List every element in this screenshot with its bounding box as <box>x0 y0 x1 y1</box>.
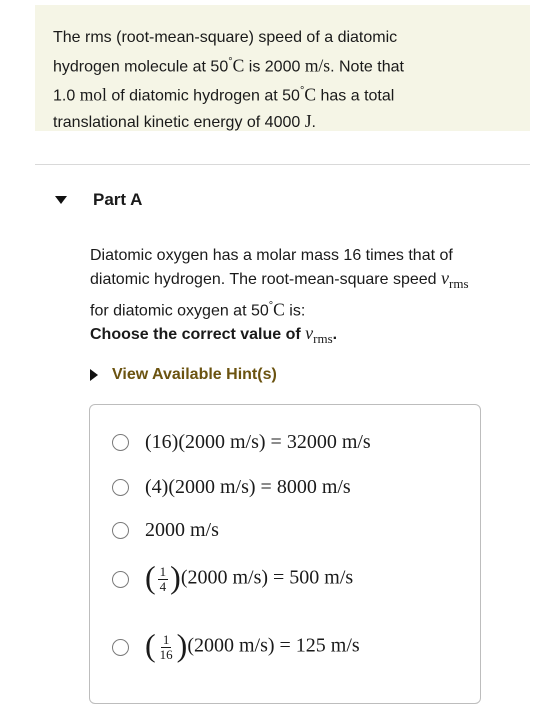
answer-options: (16)(2000 m/s) = 32000 m/s (4)(2000 m/s)… <box>89 404 481 704</box>
part-a-header[interactable]: Part A <box>55 186 142 214</box>
rms-subscript: rms <box>313 331 333 347</box>
intro-text: hydrogen molecule at 50 <box>53 58 229 76</box>
celsius-unit: C <box>232 55 245 76</box>
intro-line-1: The rms (root-mean-square) speed of a di… <box>53 26 512 50</box>
question-line-text: Diatomic oxygen has a molar mass 16 time… <box>90 247 453 264</box>
intro-text: 1.0 <box>53 87 80 105</box>
hint-label: View Available Hint(s) <box>112 366 277 383</box>
question-line-3: for diatomic oxygen at 50°C is: <box>90 295 530 322</box>
joule-unit: J <box>304 110 312 131</box>
intro-text: translational kinetic energy of 4000 <box>53 113 305 131</box>
speed-unit: m/s <box>304 55 331 76</box>
radio-button-icon[interactable] <box>112 434 129 451</box>
option-label: (1 16)(2000 m/s) = 125 m/s <box>145 627 360 663</box>
mol-unit: mol <box>79 84 107 105</box>
radio-button-icon[interactable] <box>112 570 129 588</box>
option-3[interactable]: 2000 m/s <box>112 519 219 542</box>
collapse-caret-icon[interactable] <box>55 196 67 204</box>
option-expression: (2000 m/s) = 125 m/s <box>187 634 360 657</box>
fraction-numerator: 1 <box>160 631 172 648</box>
v-variable: v <box>305 323 314 343</box>
instruction-text: Choose the correct value of vrms. <box>90 323 337 347</box>
fraction-denominator: 4 <box>159 578 167 594</box>
intro-text: of diatomic hydrogen at 50 <box>106 87 300 105</box>
option-label: (4)(2000 m/s) = 8000 m/s <box>145 476 351 498</box>
part-title: Part A <box>93 190 143 209</box>
intro-text: . Note that <box>330 58 404 76</box>
problem-intro: The rms (root-mean-square) speed of a di… <box>35 5 530 131</box>
question-line-text: diatomic hydrogen. The root-mean-square … <box>90 271 442 288</box>
celsius-unit: C <box>273 299 285 320</box>
intro-text: has a total <box>316 87 395 105</box>
question-line-text: is: <box>284 302 306 320</box>
right-paren: ) <box>170 559 181 595</box>
intro-line-2: hydrogen molecule at 50°C is 2000 m/s. N… <box>53 50 512 79</box>
option-label: 2000 m/s <box>145 519 219 541</box>
radio-button-icon[interactable] <box>112 479 129 496</box>
instruction-period: . <box>332 326 338 343</box>
view-hints-link[interactable]: View Available Hint(s) <box>90 366 277 384</box>
question-line-1: Diatomic oxygen has a molar mass 16 time… <box>90 245 530 267</box>
option-2[interactable]: (4)(2000 m/s) = 8000 m/s <box>112 476 351 499</box>
intro-line-3: 1.0 mol of diatomic hydrogen at 50°C has… <box>53 79 512 108</box>
question-line-text: for diatomic oxygen at 50 <box>90 302 269 320</box>
intro-line-4: translational kinetic energy of 4000 J. <box>53 109 512 135</box>
instruction-label: Choose the correct value of <box>90 326 306 343</box>
intro-text: . <box>311 113 316 131</box>
celsius-unit: C <box>304 84 317 105</box>
left-paren: ( <box>145 559 156 595</box>
expand-caret-icon[interactable] <box>90 369 98 381</box>
section-divider <box>35 164 530 165</box>
question-line-2: diatomic hydrogen. The root-mean-square … <box>90 267 530 295</box>
option-expression: (2000 m/s) = 500 m/s <box>180 566 354 589</box>
option-label: (1 4)(2000 m/s) = 500 m/s <box>145 559 354 595</box>
v-variable: v <box>441 268 450 288</box>
option-5[interactable]: (1 16)(2000 m/s) = 125 m/s <box>112 627 360 663</box>
fraction-numerator: 1 <box>157 563 169 580</box>
left-paren: ( <box>145 627 156 663</box>
rms-subscript: rms <box>449 276 469 292</box>
option-1[interactable]: (16)(2000 m/s) = 32000 m/s <box>112 431 371 454</box>
option-label: (16)(2000 m/s) = 32000 m/s <box>145 431 371 453</box>
intro-text: is 2000 <box>244 58 305 76</box>
radio-button-icon[interactable] <box>112 522 129 539</box>
fraction-denominator: 16 <box>159 646 173 662</box>
fraction: 14 <box>157 563 169 594</box>
right-paren: ) <box>176 627 188 663</box>
fraction: 1 16 <box>158 631 175 662</box>
radio-button-icon[interactable] <box>112 638 129 656</box>
question-text: Diatomic oxygen has a molar mass 16 time… <box>90 245 530 323</box>
option-4[interactable]: (1 4)(2000 m/s) = 500 m/s <box>112 559 354 595</box>
intro-text: The rms (root-mean-square) speed of a di… <box>53 29 398 46</box>
